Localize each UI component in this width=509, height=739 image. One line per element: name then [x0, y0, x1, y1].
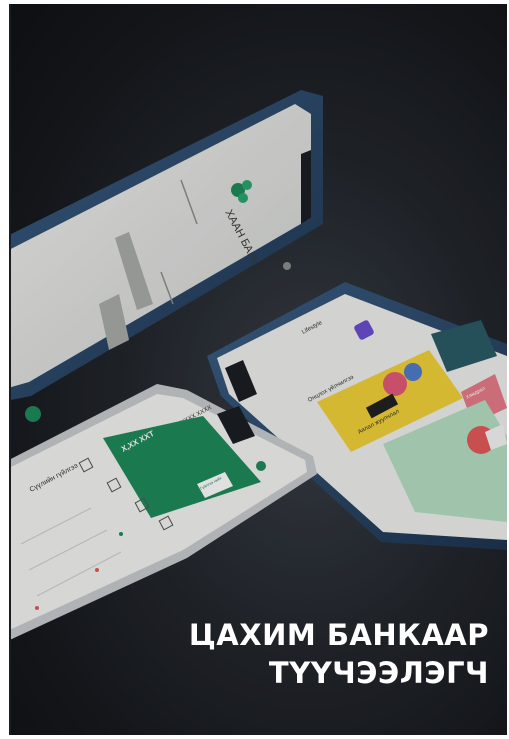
- headline-line-1: ЦАХИМ БАНКААР: [188, 618, 489, 652]
- headline: ЦАХИМ БАНКААР ТҮҮЧЭЭЛЭГЧ: [169, 616, 489, 692]
- hero-photo: ХААН БАНК Lifestyle Онцлох үйлчилгээ Хям…: [11, 4, 507, 735]
- headline-line-2: ТҮҮЧЭЭЛЭГЧ: [268, 656, 489, 690]
- page-frame: ХААН БАНК Lifestyle Онцлох үйлчилгээ Хям…: [0, 0, 509, 739]
